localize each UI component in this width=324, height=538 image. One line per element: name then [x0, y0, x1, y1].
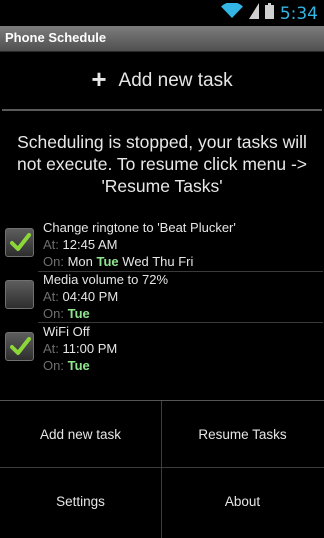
day-thu: Thu — [152, 254, 175, 269]
on-label: On: — [43, 306, 64, 321]
on-label: On: — [43, 358, 64, 373]
task-item[interactable]: Media volume to 72% At: 04:40 PM On: Tue — [0, 272, 324, 324]
task-item[interactable]: Change ringtone to 'Beat Plucker' At: 12… — [0, 220, 324, 272]
signal-icon — [248, 3, 259, 24]
task-days-line: On: Tue — [43, 358, 90, 373]
checkmark-icon — [10, 337, 31, 355]
on-label: On: — [43, 254, 64, 269]
menu-add-new-task-button[interactable]: Add new task — [0, 401, 161, 467]
task-checkbox[interactable] — [5, 332, 34, 361]
task-time: 11:00 PM — [62, 341, 118, 356]
app-title: Phone Schedule — [5, 30, 107, 45]
task-checkbox[interactable] — [5, 280, 34, 309]
task-time: 04:40 PM — [62, 289, 119, 304]
status-bar: 5:34 — [0, 0, 324, 26]
task-title: Media volume to 72% — [43, 272, 169, 287]
menu-resume-tasks-button[interactable]: Resume Tasks — [162, 401, 323, 467]
task-checkbox[interactable] — [5, 228, 34, 257]
task-time: 12:45 AM — [62, 237, 118, 252]
task-separator — [38, 322, 323, 323]
day-mon: Mon — [67, 254, 93, 269]
task-title: Change ringtone to 'Beat Plucker' — [43, 220, 236, 235]
title-bar: Phone Schedule — [0, 26, 324, 52]
day-fri: Fri — [178, 254, 194, 269]
plus-icon: + — [91, 64, 107, 94]
checkmark-icon — [10, 233, 31, 251]
status-icons: 5:34 — [220, 2, 318, 24]
options-menu: Add new task Resume Tasks Settings About — [0, 400, 324, 538]
task-time-line: At: 11:00 PM — [43, 341, 117, 356]
menu-about-button[interactable]: About — [162, 468, 323, 534]
battery-icon — [264, 3, 274, 24]
scheduling-stopped-message: Scheduling is stopped, your tasks will n… — [16, 132, 308, 196]
add-task-row[interactable]: + Add new task — [0, 52, 324, 109]
task-time-line: At: 12:45 AM — [43, 237, 117, 252]
menu-settings-button[interactable]: Settings — [0, 468, 161, 534]
status-time: 5:34 — [279, 3, 318, 24]
day-tue: Tue — [67, 306, 90, 321]
wifi-icon — [220, 2, 243, 24]
day-tue: Tue — [96, 254, 119, 269]
task-time-line: At: 04:40 PM — [43, 289, 118, 304]
at-label: At: — [43, 237, 59, 252]
task-days-line: On: Tue — [43, 306, 90, 321]
at-label: At: — [43, 341, 59, 356]
day-wed: Wed — [122, 254, 149, 269]
day-tue: Tue — [67, 358, 90, 373]
add-task-label: Add new task — [118, 69, 233, 91]
task-days-line: On: Mon Tue Wed Thu Fri — [43, 254, 193, 269]
task-title: WiFi Off — [43, 324, 90, 339]
at-label: At: — [43, 289, 59, 304]
task-item[interactable]: WiFi Off At: 11:00 PM On: Tue — [0, 324, 324, 376]
divider — [2, 109, 322, 111]
